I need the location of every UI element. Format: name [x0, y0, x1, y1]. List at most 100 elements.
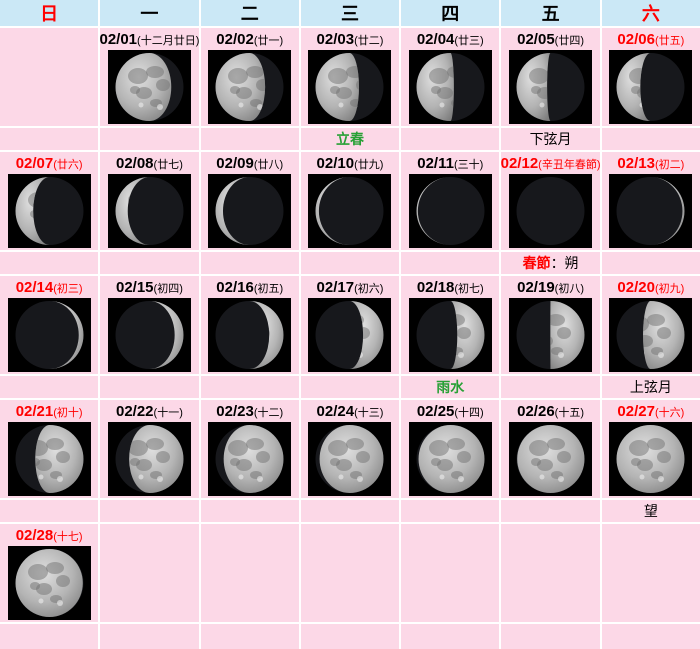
empty-annotation-cell — [201, 376, 299, 398]
moon-phase-image[interactable] — [208, 422, 291, 496]
moon-phase-image[interactable] — [8, 422, 91, 496]
day-cell-02-11[interactable]: 02/11(三十) — [401, 152, 499, 250]
day-cell-02-02[interactable]: 02/02(廿一) — [201, 28, 299, 126]
moon-phase-image[interactable] — [609, 50, 692, 124]
date-label: 02/16 — [216, 279, 254, 296]
day-cell-02-04[interactable]: 02/04(廿三) — [401, 28, 499, 126]
day-cell-02-28[interactable]: 02/28(十七) — [0, 524, 98, 622]
empty-annotation-cell — [501, 376, 599, 398]
day-cell-02-09[interactable]: 02/09(廿八) — [201, 152, 299, 250]
moon-02-08[interactable] — [108, 174, 191, 248]
moon-02-24[interactable] — [308, 422, 391, 496]
moon-02-27[interactable] — [609, 422, 692, 496]
empty-annotation-cell — [0, 376, 98, 398]
empty-day-cell — [0, 28, 98, 126]
moon-02-06[interactable] — [609, 50, 692, 124]
date-label: 02/15 — [116, 279, 154, 296]
lunar-date-label: (廿六) — [53, 159, 82, 171]
moon-phase-image[interactable] — [509, 298, 592, 372]
moon-phase-image[interactable] — [409, 50, 492, 124]
moon-phase-image[interactable] — [308, 174, 391, 248]
moon-phase-image[interactable] — [409, 422, 492, 496]
moon-phase-image[interactable] — [308, 50, 391, 124]
moon-phase-image[interactable] — [208, 298, 291, 372]
moon-phase-image[interactable] — [509, 174, 592, 248]
moon-02-15[interactable] — [108, 298, 191, 372]
moon-phase-image[interactable] — [308, 422, 391, 496]
moon-02-04[interactable] — [409, 50, 492, 124]
moon-02-07[interactable] — [8, 174, 91, 248]
moon-phase-image[interactable] — [509, 422, 592, 496]
moon-phase-image[interactable] — [8, 298, 91, 372]
moon-phase-image[interactable] — [108, 50, 191, 124]
moon-02-11[interactable] — [409, 174, 492, 248]
day-cell-02-25[interactable]: 02/25(十四) — [401, 400, 499, 498]
moon-phase-image[interactable] — [509, 50, 592, 124]
date-label: 02/24 — [317, 403, 355, 420]
empty-annotation-cell — [301, 624, 399, 649]
day-cell-02-27[interactable]: 02/27(十六) — [602, 400, 700, 498]
moon-02-09[interactable] — [208, 174, 291, 248]
moon-02-14[interactable] — [8, 298, 91, 372]
lunar-date-label: (初五) — [254, 283, 283, 295]
lunar-date-label: (廿三) — [454, 35, 483, 47]
empty-annotation-cell — [401, 500, 499, 522]
day-cell-02-26[interactable]: 02/26(十五) — [501, 400, 599, 498]
date-line: 02/07(廿六) — [16, 152, 83, 174]
moon-02-01[interactable] — [108, 50, 191, 124]
moon-phase-image[interactable] — [409, 298, 492, 372]
moon-phase-image[interactable] — [108, 174, 191, 248]
lunar-date-label: (十五) — [555, 407, 584, 419]
moon-phase-image[interactable] — [108, 422, 191, 496]
moon-phase-image[interactable] — [609, 174, 692, 248]
moon-02-10[interactable] — [308, 174, 391, 248]
moon-02-20[interactable] — [609, 298, 692, 372]
moon-02-26[interactable] — [509, 422, 592, 496]
moon-phase-image[interactable] — [409, 174, 492, 248]
day-cell-02-10[interactable]: 02/10(廿九) — [301, 152, 399, 250]
day-cell-02-24[interactable]: 02/24(十三) — [301, 400, 399, 498]
moon-02-05[interactable] — [509, 50, 592, 124]
moon-02-12[interactable] — [509, 174, 592, 248]
day-cell-02-20[interactable]: 02/20(初九) — [602, 276, 700, 374]
day-cell-02-23[interactable]: 02/23(十二) — [201, 400, 299, 498]
day-cell-02-14[interactable]: 02/14(初三) — [0, 276, 98, 374]
day-cell-02-08[interactable]: 02/08(廿七) — [100, 152, 198, 250]
moon-02-25[interactable] — [409, 422, 492, 496]
date-line: 02/01(十二月廿日) — [100, 28, 198, 50]
moon-phase-image[interactable] — [308, 298, 391, 372]
moon-phase-image[interactable] — [8, 174, 91, 248]
moon-02-16[interactable] — [208, 298, 291, 372]
day-cell-02-15[interactable]: 02/15(初四) — [100, 276, 198, 374]
moon-02-13[interactable] — [609, 174, 692, 248]
weekday-sunday: 日 — [0, 0, 98, 26]
day-cell-02-13[interactable]: 02/13(初二) — [602, 152, 700, 250]
day-cell-02-18[interactable]: 02/18(初七) — [401, 276, 499, 374]
day-cell-02-07[interactable]: 02/07(廿六) — [0, 152, 98, 250]
day-cell-02-05[interactable]: 02/05(廿四) — [501, 28, 599, 126]
day-cell-02-12[interactable]: 02/12(辛丑年春節) — [501, 152, 599, 250]
moon-phase-image[interactable] — [609, 298, 692, 372]
day-cell-02-17[interactable]: 02/17(初六) — [301, 276, 399, 374]
moon-02-19[interactable] — [509, 298, 592, 372]
moon-02-02[interactable] — [208, 50, 291, 124]
day-cell-02-16[interactable]: 02/16(初五) — [201, 276, 299, 374]
day-cell-02-03[interactable]: 02/03(廿二) — [301, 28, 399, 126]
moon-phase-image[interactable] — [609, 422, 692, 496]
moon-phase-image[interactable] — [8, 546, 91, 620]
moon-02-28[interactable] — [8, 546, 91, 620]
day-cell-02-21[interactable]: 02/21(初十) — [0, 400, 98, 498]
moon-02-17[interactable] — [308, 298, 391, 372]
moon-02-23[interactable] — [208, 422, 291, 496]
moon-phase-image[interactable] — [208, 174, 291, 248]
day-cell-02-19[interactable]: 02/19(初八) — [501, 276, 599, 374]
moon-02-22[interactable] — [108, 422, 191, 496]
moon-02-03[interactable] — [308, 50, 391, 124]
moon-02-21[interactable] — [8, 422, 91, 496]
day-cell-02-01[interactable]: 02/01(十二月廿日) — [100, 28, 198, 126]
moon-02-18[interactable] — [409, 298, 492, 372]
day-cell-02-22[interactable]: 02/22(十一) — [100, 400, 198, 498]
moon-phase-image[interactable] — [108, 298, 191, 372]
moon-phase-image[interactable] — [208, 50, 291, 124]
day-cell-02-06[interactable]: 02/06(廿五) — [602, 28, 700, 126]
